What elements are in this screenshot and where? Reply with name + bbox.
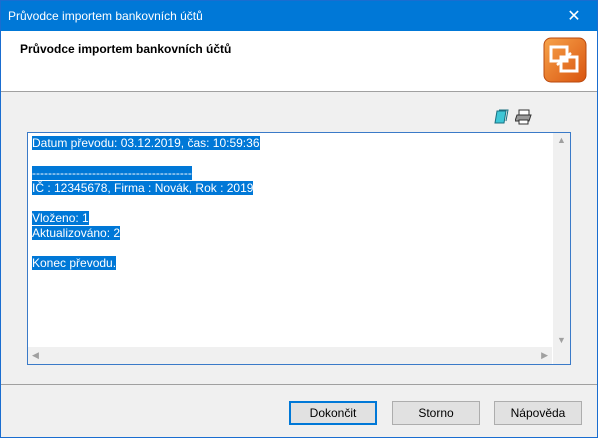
footer-divider [1, 384, 597, 385]
title-bar[interactable]: Průvodce importem bankovních účtů ✕ [1, 1, 597, 31]
log-content: Datum převodu: 03.12.2019, čas: 10:59:36… [32, 136, 550, 271]
scroll-right-icon[interactable]: ▶ [541, 350, 548, 361]
wizard-logo-icon [543, 37, 587, 83]
log-line: Konec převodu. [32, 256, 117, 270]
finish-button[interactable]: Dokončit [289, 401, 377, 425]
log-line: Vloženo: 1 [32, 211, 89, 225]
scroll-up-icon[interactable]: ▲ [557, 135, 566, 145]
log-line: Datum převodu: 03.12.2019, čas: 10:59:36 [32, 136, 260, 150]
help-button[interactable]: Nápověda [494, 401, 582, 425]
horizontal-scrollbar[interactable]: ◀ ▶ [28, 347, 552, 364]
scroll-down-icon[interactable]: ▼ [557, 335, 566, 345]
wizard-header: Průvodce importem bankovních účtů [1, 31, 597, 92]
print-icon[interactable] [515, 109, 533, 125]
close-icon[interactable]: ✕ [551, 1, 597, 31]
window-title: Průvodce importem bankovních účtů [8, 9, 203, 23]
wizard-dialog: Průvodce importem bankovních účtů ✕ Prův… [0, 0, 598, 438]
cancel-button[interactable]: Storno [392, 401, 480, 425]
import-log-textarea[interactable]: Datum převodu: 03.12.2019, čas: 10:59:36… [27, 132, 571, 365]
copy-icon[interactable] [493, 109, 511, 125]
scrollbar-corner [553, 347, 570, 364]
log-line: IČ : 12345678, Firma : Novák, Rok : 2019 [32, 181, 254, 195]
scroll-left-icon[interactable]: ◀ [32, 350, 39, 361]
vertical-scrollbar[interactable]: ▲ ▼ [553, 133, 570, 347]
log-line: ---------------------------------------- [32, 166, 192, 180]
page-title: Průvodce importem bankovních účtů [20, 42, 232, 56]
log-line: Aktualizováno: 2 [32, 226, 121, 240]
